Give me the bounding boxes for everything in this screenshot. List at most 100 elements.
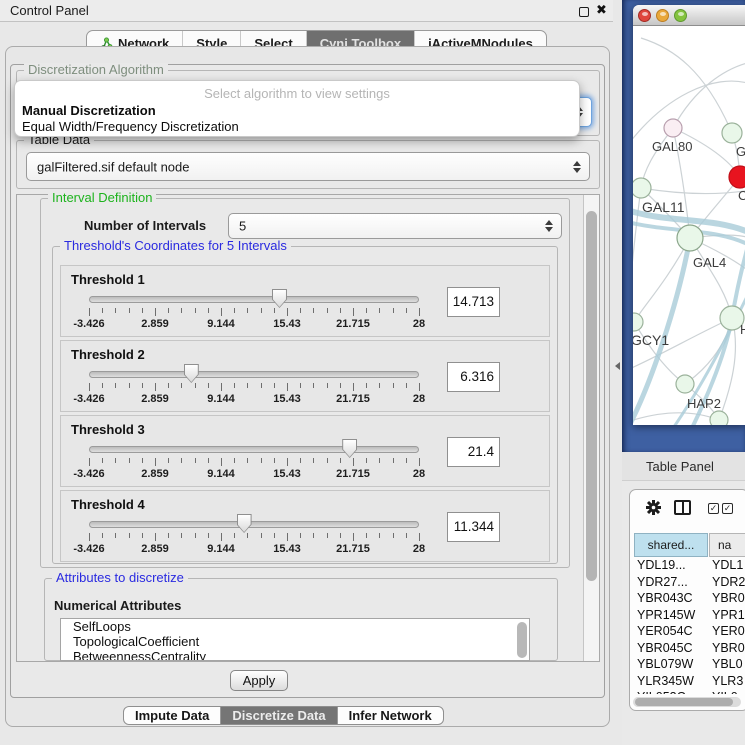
table-row[interactable]: YBR043C YBR0 [634,591,745,608]
cell-shared-name[interactable]: YBR045C [637,641,693,655]
cell-shared-name[interactable]: YIL053C [637,690,686,694]
node-table: YDL19... YDL1 YDR27... YDR2 YBR043C YBR0 YPR14… [634,558,745,694]
cell-name[interactable]: YLR3 [712,674,743,688]
cell-name[interactable]: YDR2 [712,575,745,589]
network-canvas[interactable]: GAL80GACGAL11GAL4GCY1HHAP2 [633,26,745,425]
table-data-combobox[interactable]: galFiltered.sif default node [26,152,590,181]
slider-track[interactable] [89,521,419,528]
cell-name[interactable]: YBR0 [712,591,745,605]
float-window-icon[interactable] [579,7,589,17]
node-gal80[interactable] [664,119,682,137]
vertical-scrollbar[interactable] [583,195,599,661]
threshold-value-field[interactable]: 11.344 [447,512,500,542]
slider-tick [234,458,235,463]
table-row[interactable]: YDR27... YDR2 [634,575,745,592]
cell-shared-name[interactable]: YDL19... [637,558,686,572]
table-row[interactable]: YER054C YER0 [634,624,745,641]
slider-track[interactable] [89,446,419,453]
cell-name[interactable]: YPR1 [712,608,745,622]
threshold-label: Threshold 1 [71,272,145,287]
node-hap2[interactable] [676,375,694,393]
table-row[interactable]: YBR045C YBR0 [634,641,745,658]
dropdown-option[interactable]: Manual Discretization [22,103,156,118]
tab-impute-data[interactable]: Impute Data [124,707,221,724]
threshold-value-field[interactable]: 21.4 [447,437,500,467]
gear-icon[interactable] [645,499,662,516]
column-header-name[interactable]: na [709,533,745,557]
slider-thumb[interactable] [184,364,199,383]
cell-name[interactable]: YIL0 [712,690,738,694]
slider-tick-label: 21.715 [323,318,383,330]
cell-shared-name[interactable]: YBL079W [637,657,693,671]
slider-tick [379,308,380,313]
table-row[interactable]: YDL19... YDL1 [634,558,745,575]
cell-shared-name[interactable]: YDR27... [637,575,688,589]
cell-name[interactable]: YBL0 [712,657,743,671]
slider-tick [89,308,90,316]
dropdown-option[interactable]: Equal Width/Frequency Discretization [22,119,239,134]
slider-tick [247,533,248,538]
cell-shared-name[interactable]: YPR145W [637,608,695,622]
splitter-collapse-icon[interactable] [615,362,620,370]
slider-thumb[interactable] [342,439,357,458]
table-row[interactable]: YLR345W YLR3 [634,674,745,691]
node-upper-right[interactable] [722,123,742,143]
split-pane-divider[interactable] [613,0,622,745]
cell-name[interactable]: YER0 [712,624,745,638]
list-scrollbar-thumb[interactable] [517,622,527,658]
slider-tick [287,383,288,391]
apply-button[interactable]: Apply [230,670,288,691]
slider-track[interactable] [89,296,419,303]
horizontal-scrollbar[interactable] [633,697,741,707]
slider-thumb[interactable] [272,289,287,308]
close-icon[interactable]: ✖ [596,2,607,18]
attribute-list-item[interactable]: TopologicalCoefficient [61,634,529,649]
threshold-value-field[interactable]: 14.713 [447,287,500,317]
number-of-intervals-value: 5 [239,219,246,234]
node-red[interactable] [729,166,745,188]
slider-track[interactable] [89,371,419,378]
checkbox-icon[interactable]: ✓ [722,503,733,514]
slider-tick [393,533,394,538]
zoom-traffic-light[interactable] [674,9,687,22]
split-table-icon[interactable] [674,500,691,515]
table-row[interactable]: YPR145W YPR1 [634,608,745,625]
slider-tick [300,383,301,388]
number-of-intervals-combobox[interactable]: 5 [228,213,562,239]
network-window-titlebar[interactable] [633,5,745,26]
checkbox-icon[interactable]: ✓ [708,503,719,514]
vertical-scrollbar-thumb[interactable] [586,211,597,581]
attribute-list-item[interactable]: BetweennessCentrality [61,649,529,661]
slider-tick-label: 15.43 [257,468,317,480]
slider-tick-label: 28 [389,468,449,480]
tab-discretize-data[interactable]: Discretize Data [221,707,337,724]
cell-name[interactable]: YDL1 [712,558,743,572]
slider-tick [313,458,314,463]
table-row[interactable]: YBL079W YBL0 [634,657,745,674]
horizontal-scrollbar-thumb[interactable] [635,698,733,706]
cell-name[interactable]: YBR0 [712,641,745,655]
cell-shared-name[interactable]: YBR043C [637,591,693,605]
table-row[interactable]: YIL053C YIL0 [634,690,745,694]
node-gcy1[interactable] [633,313,643,331]
numerical-attributes-list[interactable]: SelfLoopsTopologicalCoefficientBetweenne… [60,618,530,661]
threshold-box: Threshold 1-3.4262.8599.14415.4321.71528… [60,265,550,337]
slider-tick-label: -3.426 [59,318,119,330]
attribute-list-item[interactable]: SelfLoops [61,619,529,634]
cell-shared-name[interactable]: YLR345W [637,674,694,688]
node-bottom[interactable] [710,411,728,425]
node-label: C [738,188,745,203]
cell-shared-name[interactable]: YER054C [637,624,693,638]
minimize-traffic-light[interactable] [656,9,669,22]
close-traffic-light[interactable] [638,9,651,22]
slider-thumb[interactable] [237,514,252,533]
tab-infer-network[interactable]: Infer Network [338,707,443,724]
node-gal11[interactable] [633,178,651,198]
threshold-value-field[interactable]: 6.316 [447,362,500,392]
slider-tick [89,458,90,466]
slider-tick-label: 9.144 [191,543,251,555]
node-gal4[interactable] [677,225,703,251]
slider-tick [221,533,222,541]
column-header-shared-name[interactable]: shared... [634,533,708,557]
slider-tick-label: 21.715 [323,393,383,405]
